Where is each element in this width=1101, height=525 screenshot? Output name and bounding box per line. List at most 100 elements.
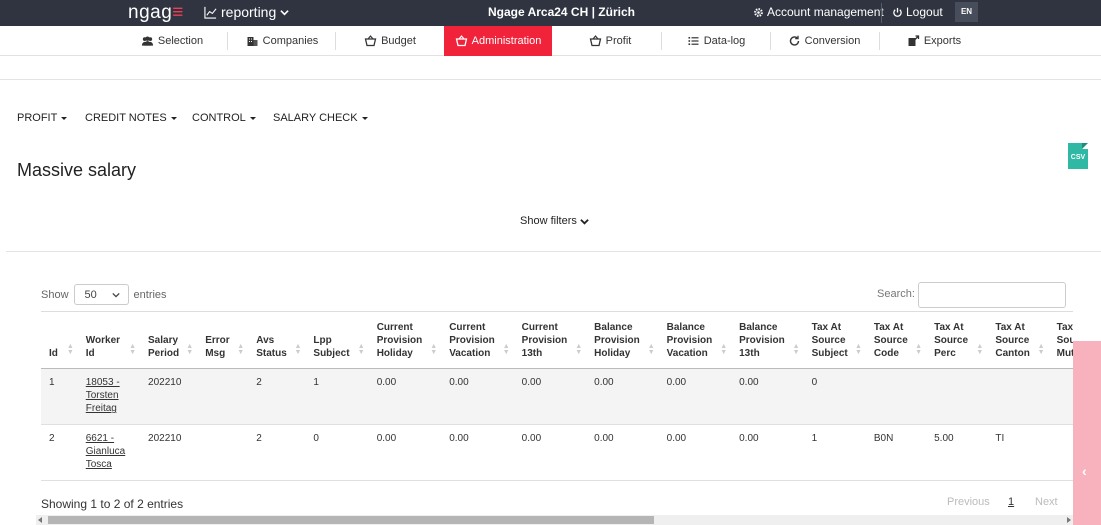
pagination-page-1[interactable]: 1 [1008, 496, 1014, 508]
table-cell-tascan: TI [987, 424, 1049, 481]
csv-export-icon[interactable]: CSV [1068, 143, 1088, 169]
brand-logo[interactable]: ngag≡ [128, 2, 184, 24]
column-header[interactable]: Tax At Source Subject ▲ ▼ [803, 311, 866, 369]
column-header[interactable]: Current Provision Vacation ▲ ▼ [441, 311, 514, 369]
caret-down-icon [61, 116, 68, 120]
sort-icon: ▲ ▼ [720, 343, 728, 356]
column-header-label: Tax At [934, 322, 964, 333]
account-management-link[interactable]: Account management [753, 5, 884, 19]
worker-link[interactable]: 18053 - Torsten Freitag [86, 377, 120, 414]
column-header[interactable]: Worker Id ▲ ▼ [77, 311, 141, 369]
table-cell-bp13: 0.00 [731, 368, 804, 425]
scroll-left-arrow-icon[interactable] [38, 517, 42, 523]
submenu-profit[interactable]: PROFIT [17, 112, 68, 124]
table-cell-period: 202210 [140, 368, 198, 425]
gear-icon [754, 7, 763, 17]
scroll-right-arrow-icon[interactable] [1067, 517, 1071, 523]
table-row: 2 6621 - Gianluca Tosca 202210 2 0 0.00 0.00 0.… [41, 424, 1073, 481]
divider [6, 251, 1101, 252]
column-header[interactable]: Lpp Subject ▲ ▼ [305, 311, 369, 369]
account-label: Account management [767, 5, 884, 19]
submenu-control[interactable]: CONTROL [192, 112, 256, 124]
pagination-next[interactable]: Next [1035, 496, 1058, 508]
page-length-select[interactable]: 50 [73, 284, 129, 305]
column-header-label: Subject [313, 348, 350, 359]
search-label: Search: [877, 288, 915, 300]
nav-item-selection[interactable]: Selection [131, 26, 213, 56]
sort-icon: ▲ ▼ [66, 343, 74, 356]
reporting-menu[interactable]: reporting [204, 4, 289, 20]
nav-item-exports[interactable]: Exports [893, 26, 975, 56]
column-header-label: Tax At [995, 322, 1025, 333]
list-icon [688, 37, 699, 45]
language-switch[interactable]: EN [955, 2, 978, 22]
sort-icon: ▲ ▼ [854, 343, 862, 356]
worker-link[interactable]: 6621 - Gianluca Tosca [86, 433, 125, 470]
column-header[interactable]: Tax At Source Perc ▲ ▼ [926, 311, 988, 369]
column-header[interactable]: Balance Provision 13th ▲ ▼ [731, 311, 804, 369]
column-header[interactable]: Tax AtSouceMutation▲▼ [1048, 311, 1073, 369]
basket-icon [589, 35, 601, 47]
table-cell-error [197, 424, 249, 481]
page-length-value: 50 [84, 288, 97, 301]
column-header-label: Mutation [1056, 348, 1073, 359]
nav-item-companies[interactable]: Companies [241, 26, 323, 56]
table-cell-period: 202210 [140, 424, 198, 481]
search-input[interactable] [918, 282, 1066, 308]
column-header-label: Id [85, 348, 95, 359]
top-bar: ngag≡ reporting Ngage Arca24 CH | Zürich… [0, 0, 1101, 26]
column-header[interactable]: Salary Period ▲ ▼ [140, 311, 198, 369]
column-header[interactable]: Balance Provision Holiday ▲ ▼ [586, 311, 659, 369]
nav-item-administration[interactable]: Administration [444, 26, 552, 56]
column-header[interactable]: Tax At Source Canton ▲ ▼ [987, 311, 1049, 369]
column-header[interactable]: Current Provision Holiday ▲ ▼ [368, 311, 442, 369]
basket-icon [364, 35, 377, 47]
table-cell-avs: 2 [248, 424, 306, 481]
column-header[interactable]: Error Msg ▲ ▼ [197, 311, 249, 369]
column-header[interactable]: Balance Provision Vacation ▲ ▼ [658, 311, 732, 369]
column-header-label: Vacation [666, 348, 708, 359]
sort-icon: ▲ ▼ [129, 343, 137, 356]
scrollbar-thumb[interactable] [48, 516, 654, 524]
side-panel-toggle[interactable]: ‹ [1073, 341, 1101, 525]
nav-item-profit[interactable]: Profit [570, 26, 650, 56]
table-cell-bph: 0.00 [586, 424, 659, 481]
column-header[interactable]: Id ▲ ▼ [41, 311, 78, 369]
nav-item-conversion[interactable]: Conversion [782, 26, 866, 56]
table-cell-tasm [1048, 368, 1073, 425]
power-icon [893, 7, 902, 17]
refresh-icon [789, 35, 799, 46]
nav-item-budget[interactable]: Budget [349, 26, 431, 56]
page-length-control: Show 50 entries [41, 284, 167, 305]
submenu-credit-notes[interactable]: CREDIT NOTES [85, 112, 177, 124]
column-header[interactable]: Avs Status ▲ ▼ [248, 311, 306, 369]
table-cell-tasm [1048, 424, 1073, 481]
caret-down-icon [361, 116, 368, 120]
pagination-previous[interactable]: Previous [947, 496, 990, 508]
column-header-label: Lpp [313, 335, 332, 346]
column-header-label: Subject [811, 348, 848, 359]
submenu-salary-check[interactable]: SALARY CHECK [273, 112, 368, 124]
logout-label: Logout [906, 5, 943, 19]
data-table-scroll[interactable]: Id ▲ ▼ Worker Id ▲ ▼ Salary Period ▲ ▼ Error Msg ▲ ▼ Av… [41, 311, 1073, 481]
horizontal-scrollbar[interactable] [36, 515, 1073, 525]
column-header-label: Source [934, 335, 969, 346]
table-cell-tass: 1 [803, 424, 866, 481]
column-header-label: Source [873, 335, 908, 346]
column-header-label: Balance [666, 322, 705, 333]
column-header-label: Tax At [1056, 322, 1073, 333]
nav-item-data-log[interactable]: Data-log [675, 26, 757, 56]
caret-down-icon [170, 116, 177, 120]
column-header[interactable]: Tax At Source Code ▲ ▼ [865, 311, 927, 369]
logout-link[interactable]: Logout [892, 5, 943, 19]
sort-icon: ▲ ▼ [976, 343, 984, 356]
sort-icon: ▲ ▼ [575, 343, 583, 356]
submenu-label: CREDIT NOTES [85, 112, 167, 124]
show-filters-toggle[interactable]: Show filters [520, 215, 589, 227]
sort-icon: ▲ ▼ [792, 343, 800, 356]
caret-down-icon [249, 116, 256, 120]
table-cell-tasc: B0N [865, 424, 927, 481]
table-cell-cph: 0.00 [368, 424, 442, 481]
nav-divider [661, 32, 662, 50]
column-header[interactable]: Current Provision 13th ▲ ▼ [513, 311, 587, 369]
